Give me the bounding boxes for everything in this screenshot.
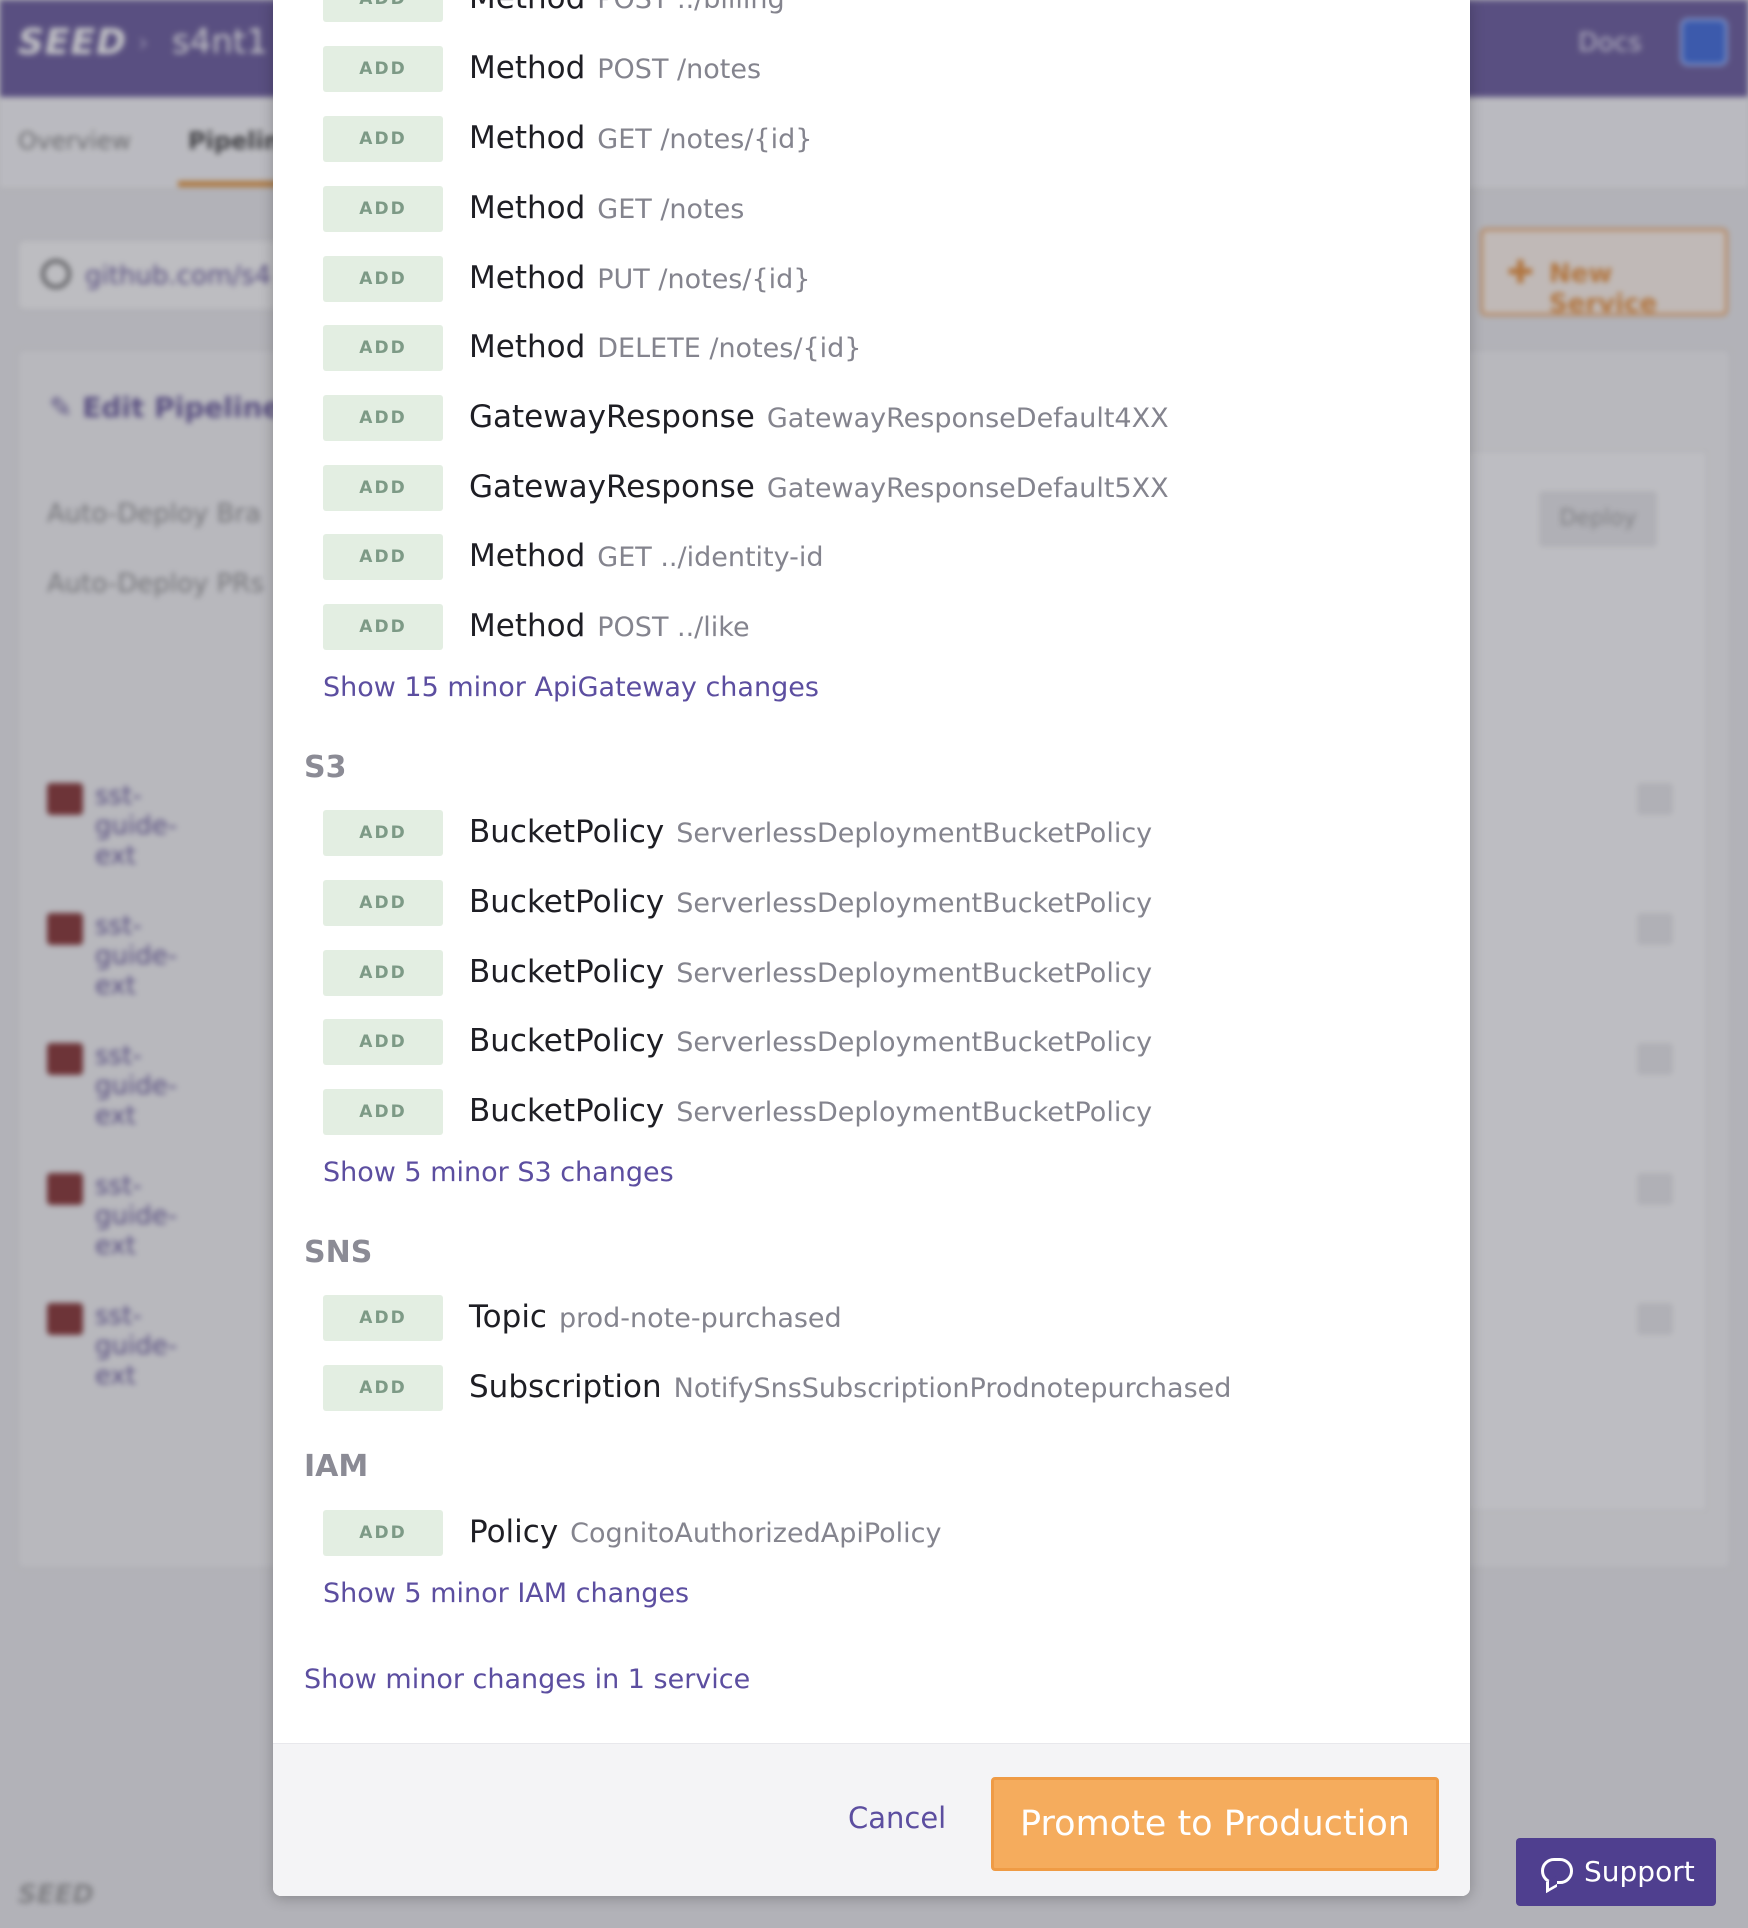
- resource-type: BucketPolicy: [469, 954, 665, 990]
- section-title-s3: S3: [304, 750, 347, 785]
- resource-type: BucketPolicy: [469, 1023, 665, 1059]
- show-minor-s3-link[interactable]: Show 5 minor S3 changes: [323, 1157, 674, 1188]
- resource-type: GatewayResponse: [469, 469, 755, 505]
- add-badge: ADD: [323, 880, 443, 926]
- add-badge: ADD: [323, 395, 443, 441]
- resource-name: GatewayResponseDefault4XX: [766, 403, 1169, 434]
- chat-bubble-icon: [1541, 1858, 1573, 1884]
- resource-type: Topic: [469, 1299, 547, 1335]
- resource-name: DELETE /notes/{id}: [597, 333, 862, 364]
- resource-type: Method: [469, 329, 586, 365]
- resource-type: BucketPolicy: [469, 814, 665, 850]
- resource-type: BucketPolicy: [469, 884, 665, 920]
- resource-name: POST /notes: [597, 54, 762, 85]
- section-title-sns: SNS: [304, 1235, 373, 1270]
- resource-type: BucketPolicy: [469, 1093, 665, 1129]
- resource-name: ServerlessDeploymentBucketPolicy: [676, 818, 1153, 849]
- resource-name: CognitoAuthorizedApiPolicy: [570, 1518, 942, 1549]
- resource-type: Method: [469, 260, 586, 296]
- add-badge: ADD: [323, 1019, 443, 1065]
- add-badge: ADD: [323, 1365, 443, 1411]
- promote-to-production-button[interactable]: Promote to Production: [991, 1777, 1439, 1871]
- resource-name: ServerlessDeploymentBucketPolicy: [676, 958, 1153, 989]
- resource-type: Method: [469, 538, 586, 574]
- modal-body: ADD Method POST ../billing ADD Method POST…: [273, 0, 1470, 1743]
- resource-name: ServerlessDeploymentBucketPolicy: [676, 888, 1153, 919]
- resource-type: Policy: [469, 1514, 559, 1550]
- resource-name: ServerlessDeploymentBucketPolicy: [676, 1097, 1153, 1128]
- resource-name: GET /notes/{id}: [597, 124, 813, 155]
- add-badge: ADD: [323, 1510, 443, 1556]
- resource-type: Method: [469, 120, 586, 156]
- add-badge: ADD: [323, 810, 443, 856]
- add-badge: ADD: [323, 116, 443, 162]
- support-button[interactable]: Support: [1516, 1838, 1716, 1906]
- add-badge: ADD: [323, 534, 443, 580]
- add-badge: ADD: [323, 186, 443, 232]
- add-badge: ADD: [323, 256, 443, 302]
- resource-type: Method: [469, 608, 586, 644]
- section-title-iam: IAM: [304, 1449, 369, 1484]
- resource-name: GatewayResponseDefault5XX: [766, 473, 1169, 504]
- add-badge: ADD: [323, 950, 443, 996]
- resource-type: Method: [469, 50, 586, 86]
- resource-name: POST ../like: [597, 612, 750, 643]
- cancel-button[interactable]: Cancel: [848, 1801, 946, 1835]
- resource-type: Subscription: [469, 1369, 662, 1405]
- add-badge: ADD: [323, 465, 443, 511]
- resource-name: POST ../billing: [597, 0, 784, 15]
- add-badge: ADD: [323, 0, 443, 22]
- resource-name: NotifySnsSubscriptionProdnotepurchased: [673, 1373, 1232, 1404]
- show-minor-apigateway-link[interactable]: Show 15 minor ApiGateway changes: [323, 672, 819, 703]
- resource-name: GET /notes: [597, 194, 745, 225]
- add-badge: ADD: [323, 325, 443, 371]
- resource-type: GatewayResponse: [469, 399, 755, 435]
- resource-name: GET ../identity-id: [597, 542, 824, 573]
- add-badge: ADD: [323, 1295, 443, 1341]
- add-badge: ADD: [323, 1089, 443, 1135]
- promote-modal: ADD Method POST ../billing ADD Method POST…: [273, 0, 1470, 1896]
- add-badge: ADD: [323, 46, 443, 92]
- resource-name: ServerlessDeploymentBucketPolicy: [676, 1027, 1153, 1058]
- resource-type: Method: [469, 190, 586, 226]
- resource-type: Method: [469, 0, 585, 16]
- show-minor-service-changes-link[interactable]: Show minor changes in 1 service: [304, 1664, 750, 1695]
- modal-footer: Cancel Promote to Production: [273, 1743, 1470, 1896]
- resource-name: prod-note-purchased: [558, 1303, 842, 1334]
- support-label: Support: [1584, 1855, 1695, 1888]
- resource-name: PUT /notes/{id}: [597, 264, 811, 295]
- show-minor-iam-link[interactable]: Show 5 minor IAM changes: [323, 1578, 689, 1609]
- add-badge: ADD: [323, 604, 443, 650]
